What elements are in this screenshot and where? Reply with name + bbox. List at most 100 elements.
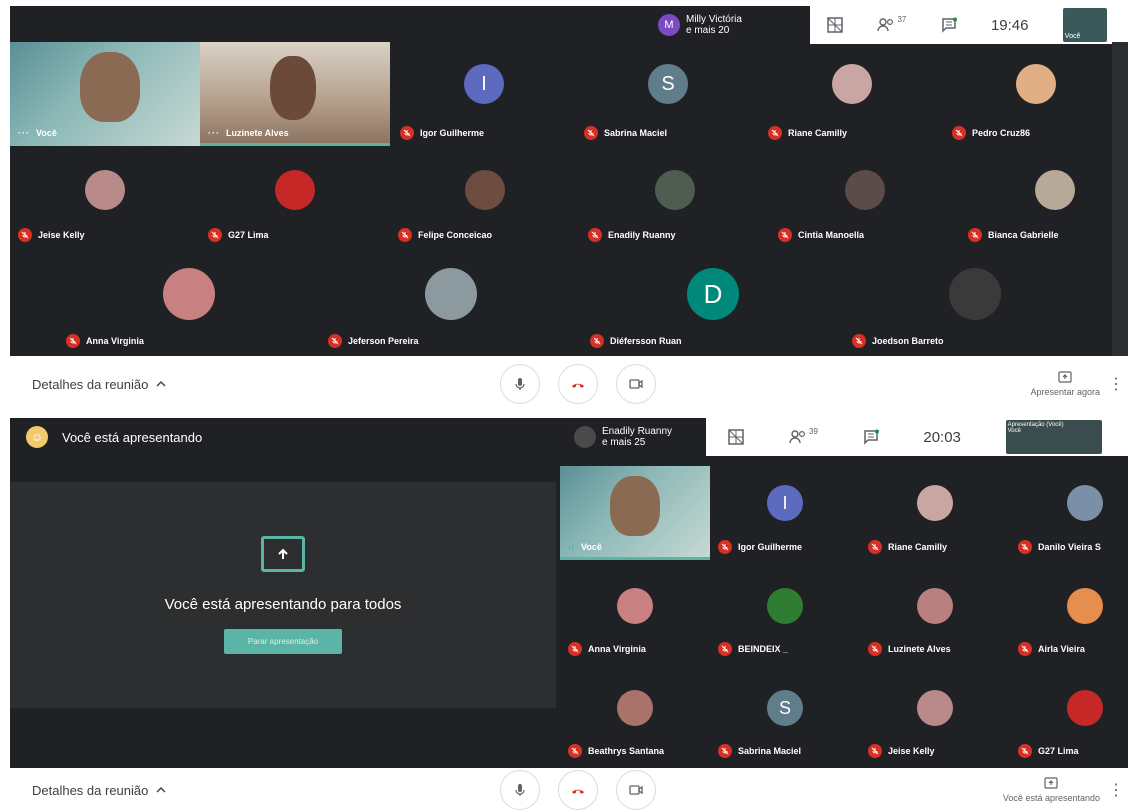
participant-name: ıl Você [568, 542, 602, 552]
mic-muted-icon [778, 228, 792, 242]
chevron-up-icon [156, 381, 166, 387]
participant-name: BEINDEIX _ [718, 642, 788, 656]
participant-avatar [465, 170, 505, 210]
participant-tile[interactable]: Anna Virginia [58, 254, 320, 354]
mic-muted-icon [1018, 642, 1032, 656]
presenting-headline: Você está apresentando para todos [164, 596, 402, 613]
mic-muted-icon [868, 540, 882, 554]
presenter-avatar-icon: ☺ [26, 426, 48, 448]
participant-avatar: S [767, 690, 803, 726]
participant-tile[interactable]: G27 Lima [1010, 672, 1128, 764]
hang-up-button[interactable] [558, 364, 598, 404]
participant-tile[interactable]: Riane Camilly [860, 466, 1010, 560]
participant-tile[interactable]: Beathrys Santana [560, 672, 710, 764]
more-icon[interactable]: ··· [208, 128, 220, 138]
participant-avatar [1067, 690, 1103, 726]
chat-icon[interactable] [941, 17, 957, 33]
presenting-status-button[interactable]: Você está apresentando [1003, 777, 1100, 803]
participant-avatar: I [767, 485, 803, 521]
chat-preview[interactable]: M Milly Victória e mais 20 [650, 6, 810, 44]
participant-tile[interactable]: Anna Virginia [560, 570, 710, 662]
participant-name: Felipe Conceicao [398, 228, 492, 242]
participant-name: Riane Camilly [868, 540, 947, 554]
participant-tile[interactable]: Airla Vieira [1010, 570, 1128, 662]
participant-tile[interactable]: Jeise Kelly [10, 152, 200, 248]
chat-preview-more: e mais 25 [602, 437, 646, 448]
more-options-icon[interactable]: ⋮ [1108, 374, 1124, 394]
participant-name: Bianca Gabrielle [968, 228, 1059, 242]
participant-tile[interactable]: Danilo Vieira S [1010, 466, 1128, 560]
participant-tile[interactable]: I Igor Guilherme [392, 42, 576, 146]
layout-grid-icon[interactable] [728, 429, 745, 445]
participant-tile-luzinete[interactable]: ··· Luzinete Alves [200, 42, 390, 146]
participant-name: G27 Lima [1018, 744, 1079, 758]
meeting-details-button[interactable]: Detalhes da reunião [32, 783, 166, 798]
participant-tile[interactable]: Cintia Manoella [770, 152, 960, 248]
mic-muted-icon [952, 126, 966, 140]
mic-muted-icon [398, 228, 412, 242]
participant-tile[interactable]: D Diéfersson Ruan [582, 254, 844, 354]
participant-avatar [845, 170, 885, 210]
more-options-icon[interactable]: ⋮ [1108, 780, 1124, 800]
participant-tile-you[interactable]: ··· Você [10, 42, 200, 146]
participant-tile[interactable]: G27 Lima [200, 152, 390, 248]
more-icon[interactable]: ··· [18, 128, 30, 138]
scroll-edge [1112, 42, 1128, 356]
chat-icon[interactable] [863, 429, 879, 445]
layout-grid-icon[interactable] [827, 17, 843, 33]
participant-avatar [617, 690, 653, 726]
meeting-details-button[interactable]: Detalhes da reunião [32, 377, 166, 392]
mic-muted-icon [208, 228, 222, 242]
participant-name: G27 Lima [208, 228, 269, 242]
participant-tile[interactable]: Enadily Ruanny [580, 152, 770, 248]
participant-count: 37 [897, 14, 907, 24]
meeting-window-top: M Milly Victória e mais 20 37 19:46 Você… [10, 6, 1128, 356]
participant-tile[interactable]: S Sabrina Maciel [710, 672, 860, 764]
hang-up-button[interactable] [558, 770, 598, 810]
participant-tile[interactable]: Bianca Gabrielle [960, 152, 1128, 248]
chat-preview-name: Enadily Ruanny [602, 426, 673, 437]
camera-button[interactable] [616, 364, 656, 404]
participant-name: Cintia Manoella [778, 228, 864, 242]
participant-count: 39 [809, 426, 818, 436]
participant-tile[interactable]: Jeise Kelly [860, 672, 1010, 764]
participant-tile[interactable]: Felipe Conceicao [390, 152, 580, 248]
participant-avatar [617, 588, 653, 624]
chat-preview-more: e mais 20 [686, 25, 730, 36]
presenting-header: ☺ Você está apresentando [10, 418, 202, 456]
camera-button[interactable] [616, 770, 656, 810]
participant-tile-you[interactable]: ıl Você [560, 466, 710, 560]
participant-tile[interactable]: BEINDEIX _ [710, 570, 860, 662]
participant-tile[interactable]: Luzinete Alves [860, 570, 1010, 662]
presentation-self-thumbnail[interactable]: Apresentação (Você) Você [1005, 420, 1102, 454]
participants-icon[interactable]: 37 [877, 14, 907, 32]
self-view-thumbnail[interactable]: Você [1062, 8, 1107, 42]
phone-hangup-icon [572, 383, 584, 388]
mic-muted-icon [768, 126, 782, 140]
participant-avatar: D [687, 268, 739, 320]
top-info-bar: Enadily Ruanny e mais 25 39 20:03 Aprese… [566, 418, 1128, 456]
participant-tile[interactable]: I Igor Guilherme [710, 466, 860, 560]
video-face-icon [80, 52, 140, 122]
participant-tile[interactable]: Joedson Barreto [844, 254, 1106, 354]
present-screen-icon [261, 536, 305, 572]
meeting-window-bottom: ☺ Você está apresentando Enadily Ruanny … [10, 418, 1128, 768]
participant-tile[interactable]: Jeferson Pereira [320, 254, 582, 354]
stop-presenting-button[interactable]: Parar apresentação [223, 629, 343, 654]
mic-muted-icon [868, 642, 882, 656]
present-screen-icon [1058, 371, 1072, 383]
participant-avatar [917, 485, 953, 521]
present-now-button[interactable]: Apresentar agora [1030, 371, 1100, 397]
mic-muted-icon [718, 540, 732, 554]
chat-preview-name: Milly Victória [686, 14, 742, 25]
participant-tile[interactable]: S Sabrina Maciel [576, 42, 760, 146]
microphone-icon [515, 378, 525, 390]
participants-icon[interactable]: 39 [789, 426, 818, 444]
microphone-button[interactable] [500, 770, 540, 810]
participant-tile[interactable]: Pedro Cruz86 [944, 42, 1128, 146]
mic-muted-icon [400, 126, 414, 140]
participant-name: Danilo Vieira S [1018, 540, 1101, 554]
chat-preview[interactable]: Enadily Ruanny e mais 25 [566, 418, 706, 456]
participant-tile[interactable]: Riane Camilly [760, 42, 944, 146]
microphone-button[interactable] [500, 364, 540, 404]
